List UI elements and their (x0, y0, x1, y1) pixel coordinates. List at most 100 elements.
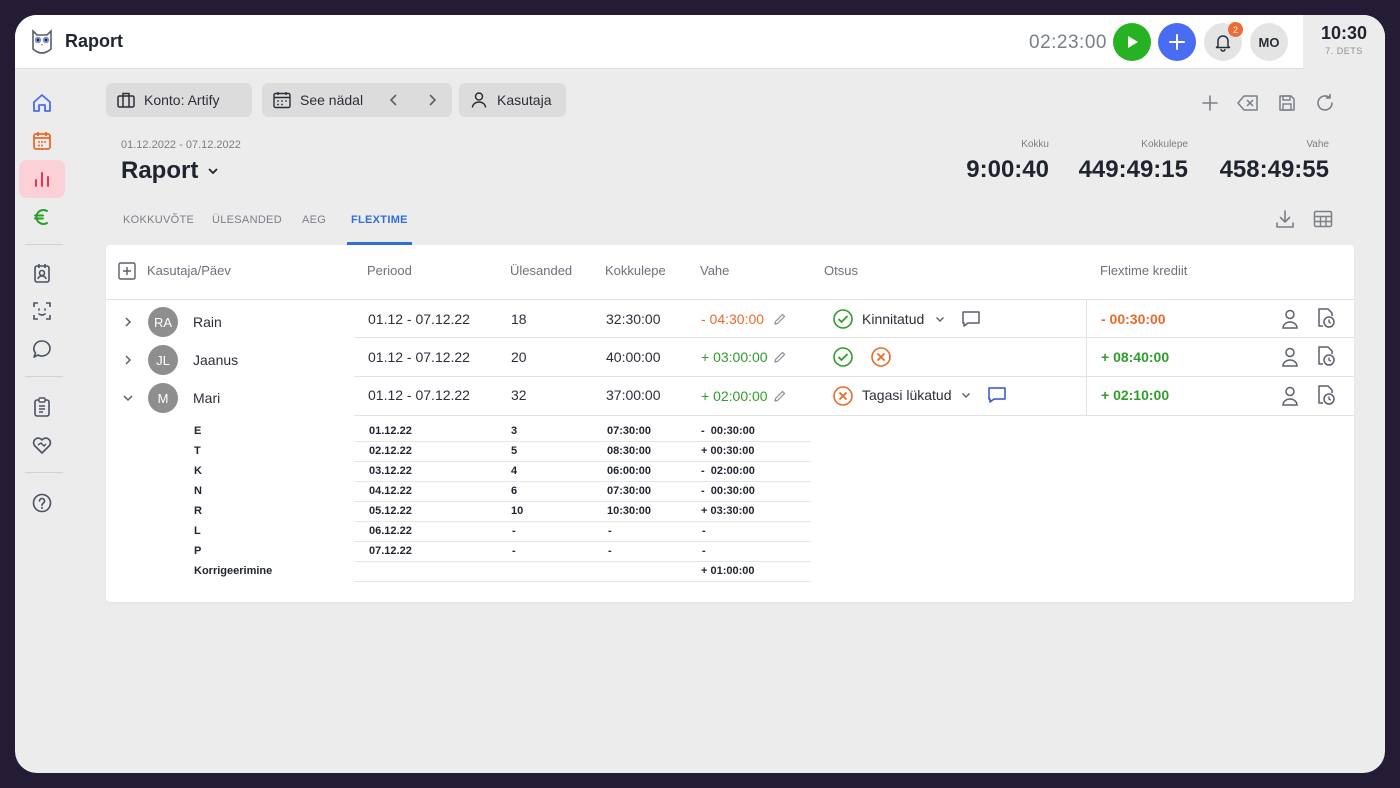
edit-difference-button[interactable] (772, 388, 788, 404)
period-filter[interactable]: See nädal (262, 83, 452, 117)
day-tasks: - (512, 525, 516, 537)
notification-badge: 2 (1228, 22, 1243, 37)
day-difference: + 03:30:00 (701, 505, 755, 517)
refresh-button[interactable] (1313, 91, 1337, 115)
expand-row-button[interactable] (120, 352, 136, 368)
day-date: 06.12.22 (369, 525, 412, 537)
comment-button[interactable] (985, 383, 1009, 407)
nav-finance[interactable] (19, 198, 65, 236)
flextime-credit: + 08:40:00 (1101, 349, 1170, 365)
save-button[interactable] (1275, 91, 1299, 115)
expand-row-button[interactable] (120, 314, 136, 330)
day-agreement: - (608, 545, 612, 557)
user-name[interactable]: Mari (193, 390, 220, 406)
row-divider (354, 415, 1354, 416)
header-flextime-credit[interactable]: Flextime krediit (1100, 263, 1187, 278)
user-name[interactable]: Rain (193, 314, 222, 330)
file-clock-icon (1318, 385, 1335, 405)
row-agreement: 37:00:00 (606, 387, 661, 403)
stat-difference-label: Vahe (1306, 139, 1329, 150)
sidebar (15, 70, 69, 773)
user-filter-button[interactable]: Kasutaja (459, 83, 566, 117)
time-history-button[interactable] (1314, 383, 1338, 407)
day-divider (354, 481, 811, 482)
user-name[interactable]: Jaanus (193, 352, 238, 368)
row-period: 01.12 - 07.12.22 (368, 349, 470, 365)
add-report-button[interactable] (1198, 91, 1222, 115)
row-tasks: 18 (511, 311, 527, 327)
header-decision[interactable]: Otsus (824, 263, 858, 278)
tab-tasks[interactable]: ÜLESANDED (212, 207, 282, 245)
day-label: N (194, 485, 202, 497)
next-period-button[interactable] (424, 92, 448, 111)
nav-help[interactable] (19, 484, 65, 522)
comment-icon (988, 387, 1006, 403)
reject-button[interactable] (869, 345, 893, 369)
nav-face-scan[interactable] (19, 292, 65, 330)
clear-filters-button[interactable] (1236, 91, 1260, 115)
start-timer-button[interactable] (1113, 23, 1151, 61)
day-difference: - 00:30:00 (701, 425, 755, 437)
approve-button[interactable] (831, 307, 855, 331)
add-entry-button[interactable] (1158, 23, 1196, 61)
nav-chat[interactable] (19, 330, 65, 368)
nav-reports[interactable] (19, 160, 65, 198)
time-history-button[interactable] (1314, 344, 1338, 368)
header-period[interactable]: Periood (367, 263, 412, 278)
header-agreement[interactable]: Kokkulepe (605, 263, 666, 278)
download-icon (1276, 210, 1294, 228)
approve-button[interactable] (831, 345, 855, 369)
day-date: 03.12.22 (369, 465, 412, 477)
header-user-day[interactable]: Kasutaja/Päev (147, 263, 231, 278)
day-difference: + 00:30:00 (701, 445, 755, 457)
nav-calendar[interactable] (19, 122, 65, 160)
reject-button[interactable] (831, 384, 855, 408)
chevron-left-icon (389, 94, 397, 106)
time-history-button[interactable] (1314, 306, 1338, 330)
account-filter-button[interactable]: Konto: Artify (106, 83, 252, 117)
stat-agreement: Kokkulepe 449:49:15 (1079, 139, 1188, 184)
download-button[interactable] (1273, 207, 1297, 231)
page-title[interactable]: Raport (121, 157, 220, 185)
day-agreement: 07:30:00 (607, 425, 652, 437)
tab-time[interactable]: AEG (302, 207, 326, 245)
day-agreement: - (608, 525, 612, 537)
day-divider (354, 581, 811, 582)
row-agreement: 40:00:00 (606, 349, 661, 365)
user-details-button[interactable] (1278, 384, 1302, 408)
check-circle-icon (833, 309, 853, 329)
stat-agreement-value: 449:49:15 (1078, 156, 1188, 183)
top-bar: Raport 02:23:00 2 MO 10:30 7. DETS (15, 15, 1385, 69)
tab-flextime[interactable]: FLEXTIME (347, 207, 412, 245)
expand-all-button[interactable] (117, 261, 137, 281)
row-tasks: 32 (511, 387, 527, 403)
nav-wellbeing[interactable] (19, 426, 65, 464)
comment-button[interactable] (959, 307, 983, 331)
header-difference[interactable]: Vahe (700, 263, 729, 278)
day-difference: - 00:30:00 (701, 485, 755, 497)
user-details-button[interactable] (1278, 307, 1302, 331)
nav-home[interactable] (19, 84, 65, 122)
collapse-row-button[interactable] (120, 390, 136, 406)
nav-tasks[interactable] (19, 388, 65, 426)
report-date-range: 01.12.2022 - 07.12.2022 (121, 139, 241, 151)
clock-date: 7. DETS (1325, 46, 1363, 56)
decision-dropdown[interactable] (958, 387, 974, 403)
edit-difference-button[interactable] (772, 349, 788, 365)
header-tasks[interactable]: Ülesanded (510, 263, 572, 278)
user-avatar-button[interactable]: MO (1250, 23, 1288, 61)
day-date: 05.12.22 (369, 505, 412, 517)
previous-period-button[interactable] (386, 92, 410, 111)
nav-contacts[interactable] (19, 254, 65, 292)
tab-summary[interactable]: KOKKUVÕTE (123, 207, 194, 245)
day-label: P (194, 545, 202, 557)
table-view-button[interactable] (1311, 207, 1335, 231)
refresh-icon (1317, 93, 1333, 111)
table-icon (1313, 210, 1333, 228)
user-details-button[interactable] (1278, 345, 1302, 369)
edit-difference-button[interactable] (772, 311, 788, 327)
day-divider (354, 521, 811, 522)
row-difference: + 02:00:00 (701, 388, 768, 404)
decision-dropdown[interactable] (932, 311, 948, 327)
stat-total: Kokku 9:00:40 (966, 139, 1049, 184)
